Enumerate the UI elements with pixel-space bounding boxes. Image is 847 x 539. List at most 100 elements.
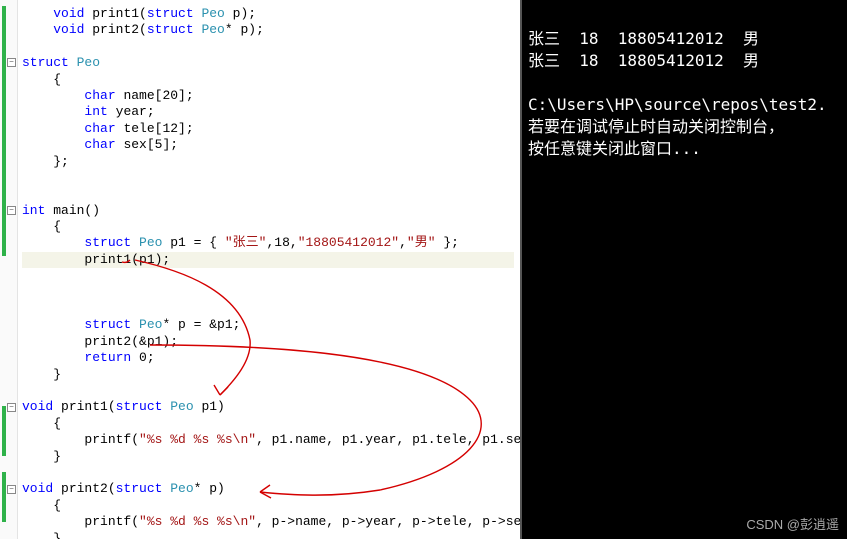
token: printf(: [84, 432, 139, 447]
code-line[interactable]: printf("%s %d %s %s\n", p1.name, p1.year…: [22, 432, 514, 448]
token: printf(: [84, 514, 139, 529]
code-line[interactable]: int main(): [22, 203, 514, 219]
token: * p = &p1;: [162, 317, 240, 332]
token: return: [84, 350, 139, 365]
token: "18805412012": [298, 235, 399, 250]
fold-minus-icon[interactable]: −: [7, 485, 16, 494]
token: name[20];: [123, 88, 193, 103]
token: Peo: [170, 399, 193, 414]
token: print1(p1);: [84, 252, 170, 267]
token: {: [53, 72, 61, 87]
token: Peo: [201, 6, 224, 21]
token: };: [53, 154, 69, 169]
change-marker: [2, 472, 6, 522]
console-line: 张三 18 18805412012 男: [528, 51, 759, 70]
code-line[interactable]: struct Peo: [22, 55, 514, 71]
token: {: [53, 219, 61, 234]
token: char: [84, 137, 123, 152]
token: "张三": [225, 235, 267, 250]
code-line[interactable]: [22, 285, 514, 301]
watermark: CSDN @彭逍遥: [746, 514, 839, 533]
console-line: 按任意键关闭此窗口...: [528, 139, 701, 158]
token: }: [53, 531, 61, 539]
code-line[interactable]: };: [22, 154, 514, 170]
token: struct: [147, 6, 202, 21]
token: ,18,: [266, 235, 297, 250]
token: print1(: [61, 399, 116, 414]
code-line[interactable]: print2(&p1);: [22, 334, 514, 350]
console-line: 张三 18 18805412012 男: [528, 29, 759, 48]
code-line[interactable]: [22, 465, 514, 481]
token: Peo: [139, 317, 162, 332]
code-line[interactable]: printf("%s %d %s %s\n", p->name, p->year…: [22, 514, 514, 530]
code-line[interactable]: struct Peo p1 = { "张三",18,"18805412012",…: [22, 235, 514, 251]
token: year;: [116, 104, 155, 119]
token: int: [22, 203, 53, 218]
code-line[interactable]: int year;: [22, 104, 514, 120]
code-editor[interactable]: − − − − void print1(struct Peo p); void pri…: [0, 0, 520, 539]
token: Peo: [77, 55, 100, 70]
code-line[interactable]: return 0;: [22, 350, 514, 366]
token: "%s %d %s %s\n": [139, 432, 256, 447]
token: void: [53, 6, 92, 21]
token: sex[5];: [123, 137, 178, 152]
code-line[interactable]: [22, 383, 514, 399]
token: char: [84, 121, 123, 136]
fold-minus-icon[interactable]: −: [7, 403, 16, 412]
code-line[interactable]: [22, 186, 514, 202]
code-line[interactable]: void print1(struct Peo p1): [22, 399, 514, 415]
change-marker: [2, 406, 6, 456]
token: print2(: [92, 22, 147, 37]
token: }: [53, 449, 61, 464]
code-line[interactable]: {: [22, 498, 514, 514]
code-lines[interactable]: void print1(struct Peo p); void print2(s…: [22, 6, 514, 539]
token: };: [436, 235, 459, 250]
code-line[interactable]: }: [22, 367, 514, 383]
token: Peo: [170, 481, 193, 496]
token: void: [53, 22, 92, 37]
code-line[interactable]: [22, 268, 514, 284]
token: struct: [147, 22, 202, 37]
code-line[interactable]: [22, 39, 514, 55]
console-line: C:\Users\HP\source\repos\test2.: [528, 95, 827, 114]
code-line[interactable]: [22, 301, 514, 317]
code-line[interactable]: char sex[5];: [22, 137, 514, 153]
code-line[interactable]: }: [22, 531, 514, 539]
code-line[interactable]: {: [22, 416, 514, 432]
editor-gutter: − − − −: [0, 0, 18, 539]
token: int: [84, 104, 115, 119]
token: * p): [194, 481, 225, 496]
token: ,: [399, 235, 407, 250]
code-line[interactable]: void print2(struct Peo* p): [22, 481, 514, 497]
code-line[interactable]: void print1(struct Peo p);: [22, 6, 514, 22]
fold-minus-icon[interactable]: −: [7, 58, 16, 67]
code-line[interactable]: {: [22, 219, 514, 235]
token: print2(: [61, 481, 116, 496]
token: void: [22, 399, 61, 414]
code-line[interactable]: print1(p1);: [22, 252, 514, 268]
token: print2(&p1);: [84, 334, 178, 349]
code-line[interactable]: struct Peo* p = &p1;: [22, 317, 514, 333]
code-line[interactable]: [22, 170, 514, 186]
token: * p);: [225, 22, 264, 37]
code-line[interactable]: void print2(struct Peo* p);: [22, 22, 514, 38]
change-marker: [2, 6, 6, 256]
token: main(): [53, 203, 100, 218]
token: Peo: [201, 22, 224, 37]
token: print1(: [92, 6, 147, 21]
token: p1): [194, 399, 225, 414]
token: struct: [84, 235, 139, 250]
code-line[interactable]: {: [22, 72, 514, 88]
fold-minus-icon[interactable]: −: [7, 206, 16, 215]
code-line[interactable]: char tele[12];: [22, 121, 514, 137]
token: struct: [116, 399, 171, 414]
token: struct: [116, 481, 171, 496]
token: struct: [84, 317, 139, 332]
code-line[interactable]: }: [22, 449, 514, 465]
code-line[interactable]: char name[20];: [22, 88, 514, 104]
token: "%s %d %s %s\n": [139, 514, 256, 529]
token: {: [53, 416, 61, 431]
token: , p->name, p->year, p->tele, p->sex);: [256, 514, 520, 529]
console-output: 张三 18 18805412012 男 张三 18 18805412012 男 …: [520, 0, 847, 539]
token: void: [22, 481, 61, 496]
